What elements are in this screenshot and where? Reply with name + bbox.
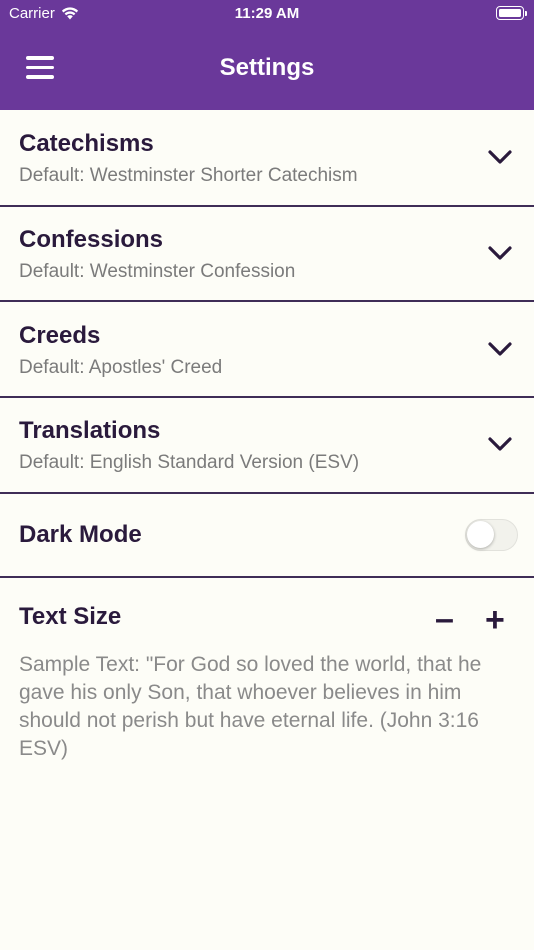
- dark-mode-row: Dark Mode: [0, 494, 534, 578]
- confessions-title: Confessions: [19, 226, 164, 253]
- clock: 11:29 AM: [234, 5, 300, 22]
- chevron-down-icon[interactable]: [488, 241, 512, 265]
- chevron-down-icon[interactable]: [488, 337, 512, 361]
- catechisms-row[interactable]: Catechisms Default: Westminster Shorter …: [0, 110, 534, 207]
- confessions-row[interactable]: Confessions Default: Westminster Confess…: [0, 207, 534, 302]
- translations-subtitle: Default: English Standard Version (ESV): [19, 452, 360, 473]
- confessions-subtitle: Default: Westminster Confession: [19, 261, 296, 282]
- creeds-title: Creeds: [19, 322, 101, 349]
- battery-icon: [496, 6, 527, 20]
- page-title: Settings: [219, 54, 315, 81]
- dark-mode-label: Dark Mode: [19, 521, 142, 548]
- decrease-text-size-button[interactable]: –: [435, 602, 454, 636]
- status-bar: Carrier 11:29 AM: [0, 0, 534, 28]
- catechisms-subtitle: Default: Westminster Shorter Catechism: [19, 165, 358, 186]
- toggle-knob: [467, 521, 494, 548]
- creeds-row[interactable]: Creeds Default: Apostles' Creed: [0, 302, 534, 398]
- chevron-down-icon[interactable]: [488, 145, 512, 169]
- translations-row[interactable]: Translations Default: English Standard V…: [0, 398, 534, 494]
- dark-mode-toggle[interactable]: [465, 519, 518, 551]
- text-size-label: Text Size: [19, 603, 122, 630]
- sample-text: Sample Text: "For God so loved the world…: [19, 653, 482, 760]
- catechisms-title: Catechisms: [19, 130, 154, 157]
- chevron-down-icon[interactable]: [488, 432, 512, 456]
- translations-title: Translations: [19, 417, 161, 444]
- increase-text-size-button[interactable]: +: [485, 603, 505, 637]
- creeds-subtitle: Default: Apostles' Creed: [19, 357, 223, 378]
- nav-header: Carrier 11:29 AM Settings: [0, 0, 534, 110]
